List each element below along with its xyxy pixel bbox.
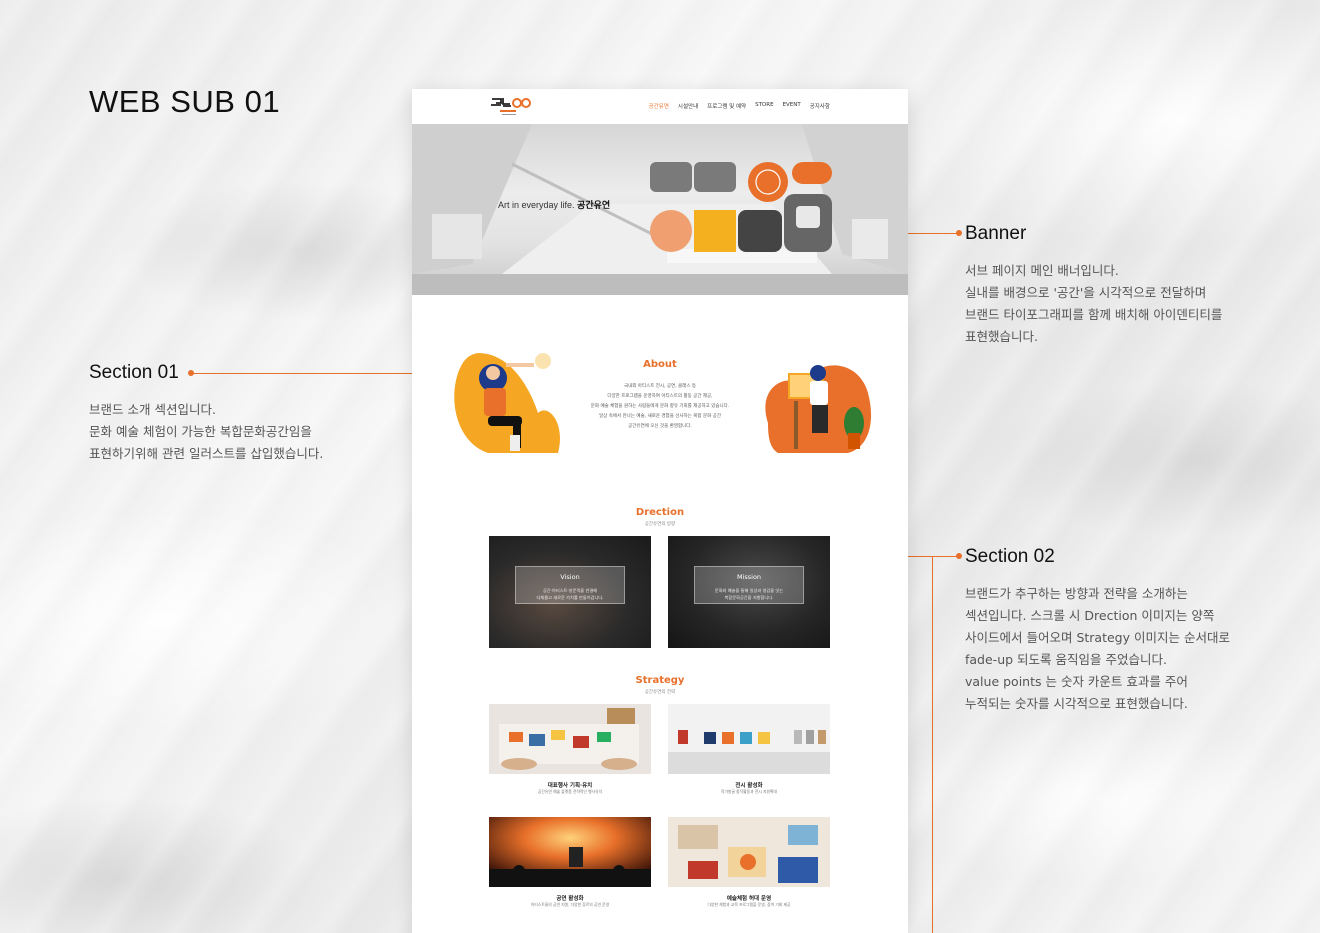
vision-label: Vision (560, 573, 580, 581)
mission-overlay: Mission 문화와 예술을 통해 일상과 영감을 잇는 복합문화공간을 지향… (694, 566, 804, 604)
vision-card[interactable]: Vision 공간·아티스트·방문객을 연결해 다채롭고 새로운 가치를 만들어… (489, 536, 651, 648)
section02-connector-line (908, 556, 960, 557)
banner-annotation-desc: 서브 페이지 메인 배너입니다. 실내를 배경으로 '공간'을 시각적으로 전달… (965, 263, 1223, 344)
brand-typography-graphic (650, 162, 832, 252)
strategy-subtitle: 공간유연의 전략 (644, 690, 676, 695)
direction-subtitle: 공간유연의 방향 (644, 522, 676, 527)
section01-connector-line (192, 373, 412, 374)
page-heading: WEB SUB 01 (89, 84, 281, 119)
banner-annotation-title: Banner (965, 223, 1027, 244)
about-title: About (643, 359, 677, 370)
nav-item-event[interactable]: EVENT (783, 102, 801, 110)
brand-logo-icon[interactable] (490, 96, 532, 118)
section01-annotation-title: Section 01 (89, 362, 179, 383)
mission-text: 문화와 예술을 통해 일상과 영감을 잇는 복합문화공간을 지향합니다. (714, 588, 784, 600)
mission-label: Mission (736, 573, 762, 581)
strategy-item-title: 예술체험 허대 운영 (726, 896, 772, 902)
about-body: 국내외 아티스트 전시, 공연, 클래스 등 다양한 프로그램을 운영하여 아티… (590, 384, 730, 429)
nav-item-space[interactable]: 공간유연 (649, 102, 669, 110)
nav-item-program[interactable]: 프로그램 및 예약 (707, 102, 746, 110)
direction-title: Drection (635, 507, 685, 518)
website-mockup: 공간유연 시설안내 프로그램 및 예약 STORE EVENT 공지사항 Art… (412, 89, 908, 933)
strategy-item-title: 대표행사 기획·유치 (547, 783, 593, 789)
section02-connector-vertical (932, 556, 933, 933)
strategy-image-concert (489, 817, 651, 887)
banner-connector-line (908, 233, 960, 234)
section02-annotation-desc: 브랜드가 추구하는 방향과 전략을 소개하는 섹션입니다. 스크롤 시 Drec… (965, 586, 1230, 711)
nav-item-store[interactable]: STORE (755, 102, 773, 110)
nav-item-facility[interactable]: 시설안내 (678, 102, 698, 110)
strategy-item-desc: 다양한 체험과 교육 프로그램을 운영, 참여 기회 제공 (707, 902, 791, 907)
banner-connector-dot (956, 230, 962, 236)
banner-tagline-text: Art in everyday life. (498, 200, 575, 210)
banner-tagline: Art in everyday life. 공간유연 (498, 198, 610, 211)
site-navbar: 공간유연 시설안내 프로그램 및 예약 STORE EVENT 공지사항 (412, 89, 908, 124)
strategy-item-desc: 아티스트들의 공연 지원, 다양한 장르의 공연 운영 (530, 902, 610, 907)
strategy-image-event (489, 704, 651, 774)
section01-annotation-desc: 브랜드 소개 섹션입니다. 문화 예술 체험이 가능한 복합문화공간임을 표현하… (89, 402, 324, 461)
hero-banner: Art in everyday life. 공간유연 (412, 124, 908, 295)
strategy-image-exhibition (668, 704, 830, 774)
vision-text: 공간·아티스트·방문객을 연결해 다채롭고 새로운 가치를 만들어갑니다. (536, 588, 604, 600)
strategy-item-desc: 작가발굴 창작활동과 전시 지원확대 (720, 789, 778, 794)
vision-overlay: Vision 공간·아티스트·방문객을 연결해 다채롭고 새로운 가치를 만들어… (515, 566, 625, 604)
strategy-title: Strategy (635, 675, 685, 686)
banner-brand-text: 공간유연 (577, 201, 611, 211)
mission-card[interactable]: Mission 문화와 예술을 통해 일상과 영감을 잇는 복합문화공간을 지향… (668, 536, 830, 648)
section02-connector-dot (956, 553, 962, 559)
strategy-image-workshop (668, 817, 830, 887)
strategy-item-title: 공연 활성화 (556, 896, 584, 902)
section02-annotation-title: Section 02 (965, 546, 1055, 567)
strategy-item-title: 전시 활성화 (735, 783, 763, 789)
nav-item-notice[interactable]: 공지사항 (810, 102, 830, 110)
strategy-item-desc: 공간유연 예술 플랫폼 전략적인 행사유치 (537, 789, 603, 794)
nav-menu: 공간유연 시설안내 프로그램 및 예약 STORE EVENT 공지사항 (649, 102, 830, 110)
